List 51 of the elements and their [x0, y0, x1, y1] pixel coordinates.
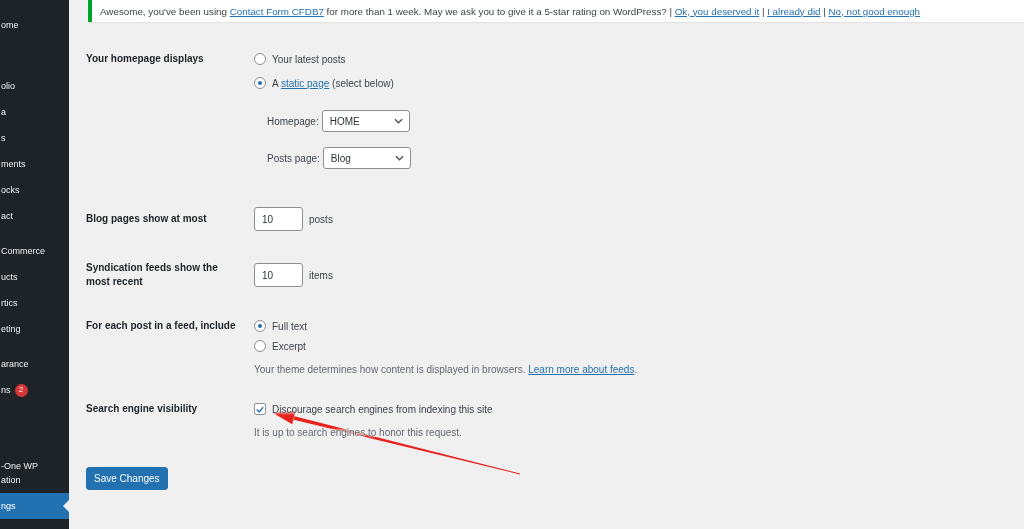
rating-action-link[interactable]: Ok, you deserved it	[674, 5, 760, 17]
radio-label[interactable]: Excerpt	[272, 340, 306, 352]
radio-label[interactable]: Full text	[272, 320, 307, 332]
sidebar-item[interactable]: a	[0, 99, 69, 125]
sidebar-item[interactable]: ome	[0, 12, 69, 38]
sidebar-item[interactable]: s	[0, 125, 69, 151]
setting-label: Search engine visibility	[86, 402, 198, 416]
sidebar-item[interactable]: ocks	[0, 177, 69, 203]
notice-message: Awesome, you've been using Contact Form CFDB7 for more than 1 week. May we ask you to give it a 5-star rating on WordPress? | Ok, you deserved it | I already did | No, not good enough	[100, 5, 921, 17]
radio-label[interactable]: Your latest posts	[272, 53, 346, 65]
unit-label: posts	[309, 213, 333, 225]
current-page-pointer-icon	[63, 500, 69, 512]
sidebar-item[interactable]: olio	[0, 73, 69, 99]
checkmark-icon	[256, 405, 264, 413]
page-dropdown[interactable]: HOME	[321, 110, 410, 132]
radio-button[interactable]	[254, 320, 266, 332]
select-label: Posts page:	[267, 152, 320, 164]
radio-button[interactable]	[254, 77, 266, 89]
checkbox[interactable]	[254, 403, 266, 415]
sidebar-item[interactable]: ngs	[0, 493, 69, 519]
number-field[interactable]: 10	[254, 263, 303, 287]
chevron-down-icon	[394, 155, 404, 161]
chevron-down-icon	[393, 118, 403, 124]
sidebar-item[interactable]: act	[0, 203, 69, 229]
page-dropdown[interactable]: Blog	[322, 147, 411, 169]
radio-button[interactable]	[254, 53, 266, 65]
select-label: Homepage:	[267, 115, 319, 127]
description-text: Your theme determines how content is displayed in browsers. Learn more about feeds.	[254, 363, 638, 377]
rating-action-link[interactable]: I already did	[767, 5, 821, 17]
setting-label: For each post in a feed, include	[86, 319, 236, 333]
plugin-link[interactable]: Contact Form CFDB7	[229, 5, 324, 17]
checkbox-label[interactable]: Discourage search engines from indexing this site	[272, 403, 493, 415]
setting-label: Syndication feeds show the most recent	[86, 261, 219, 289]
number-field[interactable]: 10	[254, 207, 303, 231]
sidebar-item[interactable]: eting	[0, 316, 69, 342]
sidebar-item[interactable]: -One WP ation	[0, 453, 69, 493]
setting-label: Blog pages show at most	[86, 212, 207, 226]
static-page-link[interactable]: static page	[280, 77, 330, 89]
sidebar-item[interactable]: Commerce	[0, 238, 69, 264]
save-changes-button[interactable]: Save Changes	[86, 467, 168, 490]
sidebar-item[interactable]: ucts	[0, 264, 69, 290]
sidebar-item[interactable]: arance	[0, 351, 69, 377]
unit-label: items	[309, 269, 333, 281]
setting-label: Your homepage displays	[86, 52, 204, 66]
radio-button[interactable]	[254, 340, 266, 352]
sidebar-item[interactable]: rtics	[0, 290, 69, 316]
sidebar-item[interactable]: ments	[0, 151, 69, 177]
update-count-badge: 2	[14, 383, 28, 397]
sidebar-item[interactable]: ns 2	[0, 377, 69, 403]
radio-label[interactable]: A static page (select below)	[272, 77, 394, 89]
rating-action-link[interactable]: No, not good enough	[828, 5, 921, 17]
